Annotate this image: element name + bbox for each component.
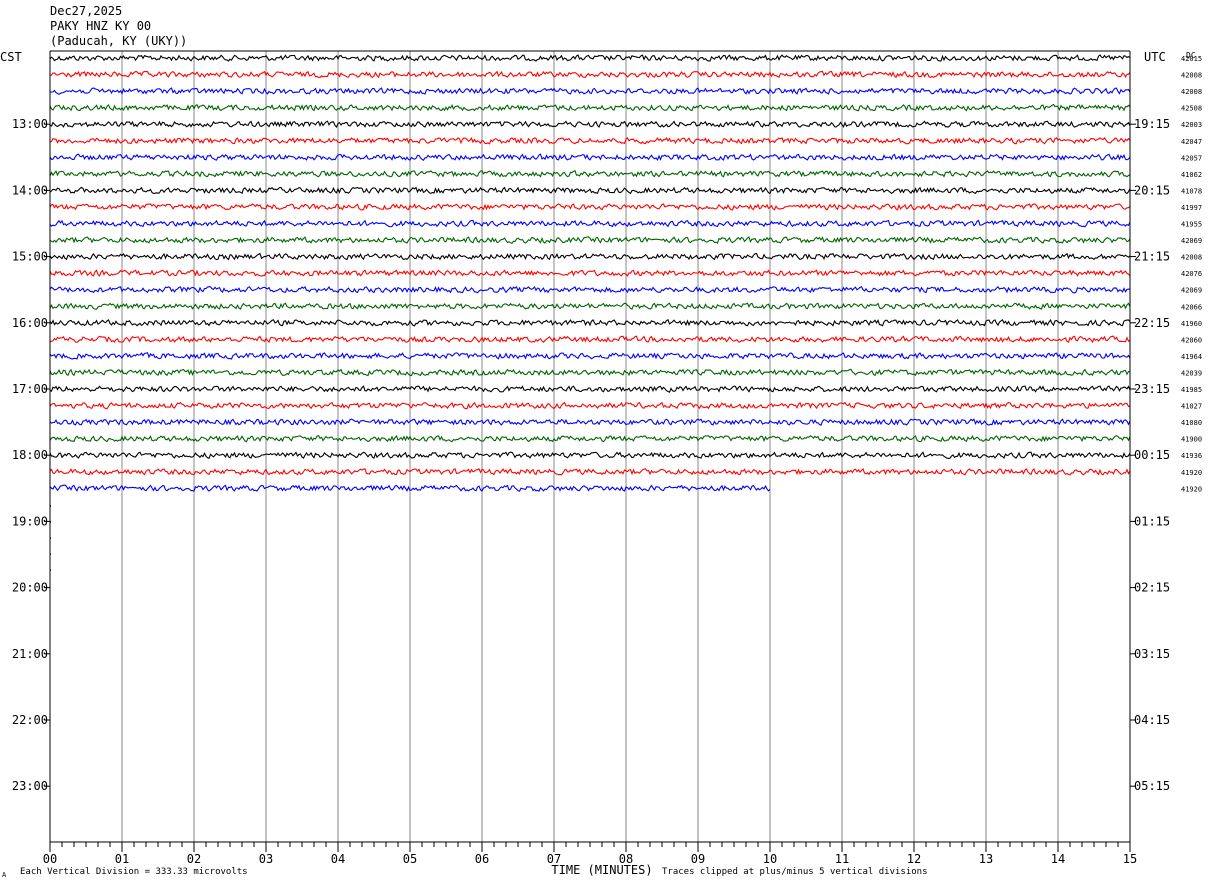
seismic-trace [49, 269, 1131, 277]
right-hour-label: 02:15 [1134, 581, 1170, 595]
right-hour-label: 19:15 [1134, 117, 1170, 131]
trace-dc-label: 41920 [1181, 469, 1202, 477]
left-hour-label: 23:00 [12, 779, 48, 793]
seismic-trace [49, 451, 1131, 459]
seismic-trace [49, 302, 1131, 310]
x-tick-label: 13 [979, 852, 993, 866]
left-axis-title: CST [0, 50, 22, 64]
x-tick-label: 04 [331, 852, 345, 866]
left-hour-label: 18:00 [12, 448, 48, 462]
trace-dc-label: 41920 [1181, 485, 1202, 493]
trace-dc-label: 42047 [1181, 138, 1202, 146]
trace-dc-label: 41955 [1181, 221, 1202, 229]
seismic-trace [49, 318, 1131, 327]
seismic-trace [49, 169, 1131, 178]
seismic-trace [49, 352, 1131, 360]
seismic-trace [49, 54, 1131, 62]
trace-dc-label: 41997 [1181, 204, 1202, 212]
right-hour-label: 22:15 [1134, 316, 1170, 330]
trace-dc-label: 42060 [1181, 336, 1202, 344]
seismic-trace [49, 385, 1131, 393]
seismic-trace [49, 103, 1131, 112]
seismic-traces [49, 54, 1131, 571]
x-tick-label: 14 [1051, 852, 1065, 866]
trace-dc-label: 42003 [1181, 121, 1202, 129]
trace-dc-label: 41960 [1181, 320, 1202, 328]
x-tick-label: 01 [115, 852, 129, 866]
x-tick-label: 03 [259, 852, 273, 866]
trace-dc-label: 42015 [1181, 55, 1202, 63]
trace-dc-label: 42008 [1181, 72, 1202, 80]
right-hour-label: 05:15 [1134, 779, 1170, 793]
x-tick-label: 09 [691, 852, 705, 866]
x-tick-label: 06 [475, 852, 489, 866]
seismic-trace [49, 203, 1131, 211]
minute-gridlines [121, 51, 1059, 842]
right-hour-label: 21:15 [1134, 250, 1170, 264]
x-tick-label: 02 [187, 852, 201, 866]
right-hour-label: 04:15 [1134, 713, 1170, 727]
helicorder-plot: 00 01 02 03 04 05 06 07 08 09 10 11 12 13 14 15TIME (MI… [0, 50, 1202, 877]
seismic-trace [49, 285, 1131, 294]
clip-note: Traces clipped at plus/minus 5 vertical … [662, 867, 928, 877]
x-tick-label: 05 [403, 852, 417, 866]
trace-dc-label: 42008 [1181, 254, 1202, 262]
trace-dc-label: 41900 [1181, 436, 1202, 444]
right-hour-label: 20:15 [1134, 183, 1170, 197]
x-tick-label: 11 [835, 852, 849, 866]
seismic-trace [49, 137, 1131, 145]
right-axis-title: UTC [1144, 50, 1166, 64]
seismic-trace [49, 252, 1131, 261]
right-hour-label: 00:15 [1134, 448, 1170, 462]
left-hour-label: 22:00 [12, 713, 48, 727]
seismic-trace [49, 434, 1131, 443]
left-hour-label: 19:00 [12, 514, 48, 528]
seismic-trace [49, 219, 1131, 228]
trace-dc-label: 42508 [1181, 105, 1202, 113]
x-tick-label: 00 [43, 852, 57, 866]
seismic-trace [49, 368, 1131, 377]
left-hour-label: 21:00 [12, 647, 48, 661]
trace-dc-label: 42057 [1181, 154, 1202, 162]
trace-dc-label: 41027 [1181, 403, 1202, 411]
x-axis-title: TIME (MINUTES) [551, 863, 652, 877]
seismic-trace [49, 335, 1131, 344]
trace-dc-label: 41936 [1181, 452, 1202, 460]
x-tick-label: 15 [1123, 852, 1137, 866]
x-tick-label: 12 [907, 852, 921, 866]
trace-dc-label: 42069 [1181, 237, 1202, 245]
trace-dc-label: 42008 [1181, 88, 1202, 96]
seismic-trace [49, 120, 1131, 129]
plot-axes [44, 50, 1136, 852]
seismic-trace [49, 153, 1131, 162]
right-hour-label: 01:15 [1134, 514, 1170, 528]
trace-dc-label: 41964 [1181, 353, 1202, 361]
left-hour-label: 13:00 [12, 117, 48, 131]
trace-dc-label: 42069 [1181, 287, 1202, 295]
trace-dc-label: 42039 [1181, 369, 1202, 377]
trace-dc-label: 42066 [1181, 303, 1202, 311]
seismic-trace [49, 418, 1131, 426]
seismic-trace [49, 236, 1131, 244]
left-hour-label: 20:00 [12, 581, 48, 595]
seismic-trace [49, 70, 1131, 79]
left-hour-label: 14:00 [12, 183, 48, 197]
right-hour-label: 23:15 [1134, 382, 1170, 396]
left-hour-label: 15:00 [12, 250, 48, 264]
scale-note: Each Vertical Division = 333.33 microvol… [20, 867, 248, 877]
trace-dc-label: 42076 [1181, 270, 1202, 278]
x-tick-label: 10 [763, 852, 777, 866]
trace-dc-label: 41078 [1181, 187, 1202, 195]
seismic-trace [49, 87, 1131, 95]
trace-dc-label: 41062 [1181, 171, 1202, 179]
left-hour-label: 17:00 [12, 382, 48, 396]
trace-dc-label: 41985 [1181, 386, 1202, 394]
right-hour-label: 03:15 [1134, 647, 1170, 661]
footer-mark: A [2, 871, 7, 879]
seismic-trace [49, 186, 1131, 195]
seismic-trace [49, 467, 1131, 476]
seismic-trace [49, 401, 1131, 410]
trace-dc-label: 41080 [1181, 419, 1202, 427]
left-hour-label: 16:00 [12, 316, 48, 330]
